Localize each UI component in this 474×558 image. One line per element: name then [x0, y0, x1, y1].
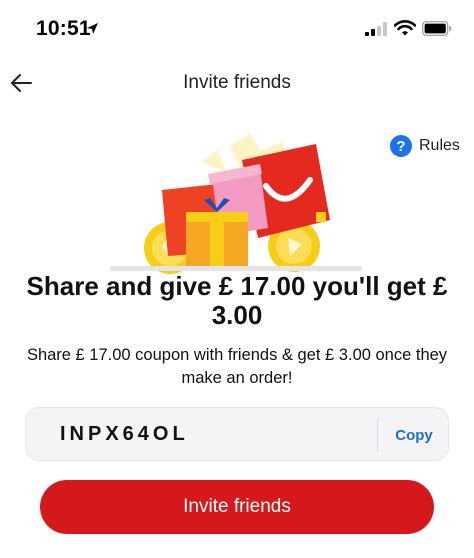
question-circle-icon: ? — [390, 135, 412, 157]
location-arrow-icon — [87, 23, 98, 34]
copy-button[interactable]: Copy — [378, 408, 450, 462]
battery-icon — [422, 21, 452, 36]
invite-code: INPX64OL — [60, 423, 189, 445]
rules-link[interactable]: ? Rules — [390, 133, 460, 159]
page-title: Invite friends — [183, 72, 291, 93]
invite-friends-screen: 10:51 Invite friends ? Rules Share and g… — [0, 0, 474, 558]
invite-friends-button[interactable]: Invite friends — [40, 480, 434, 534]
invite-code-box: INPX64OL Copy — [25, 407, 449, 461]
gift-bags-illustration — [110, 134, 362, 274]
invite-headline: Share and give £ 17.00 you'll get £ 3.00 — [26, 271, 448, 330]
status-time: 10:51 — [36, 17, 91, 40]
signal-icon — [365, 22, 387, 36]
invite-description: Share £ 17.00 coupon with friends & get … — [26, 346, 448, 387]
status-bar: 10:51 — [0, 0, 474, 54]
wifi-icon — [394, 20, 416, 36]
rules-label: Rules — [419, 137, 460, 154]
